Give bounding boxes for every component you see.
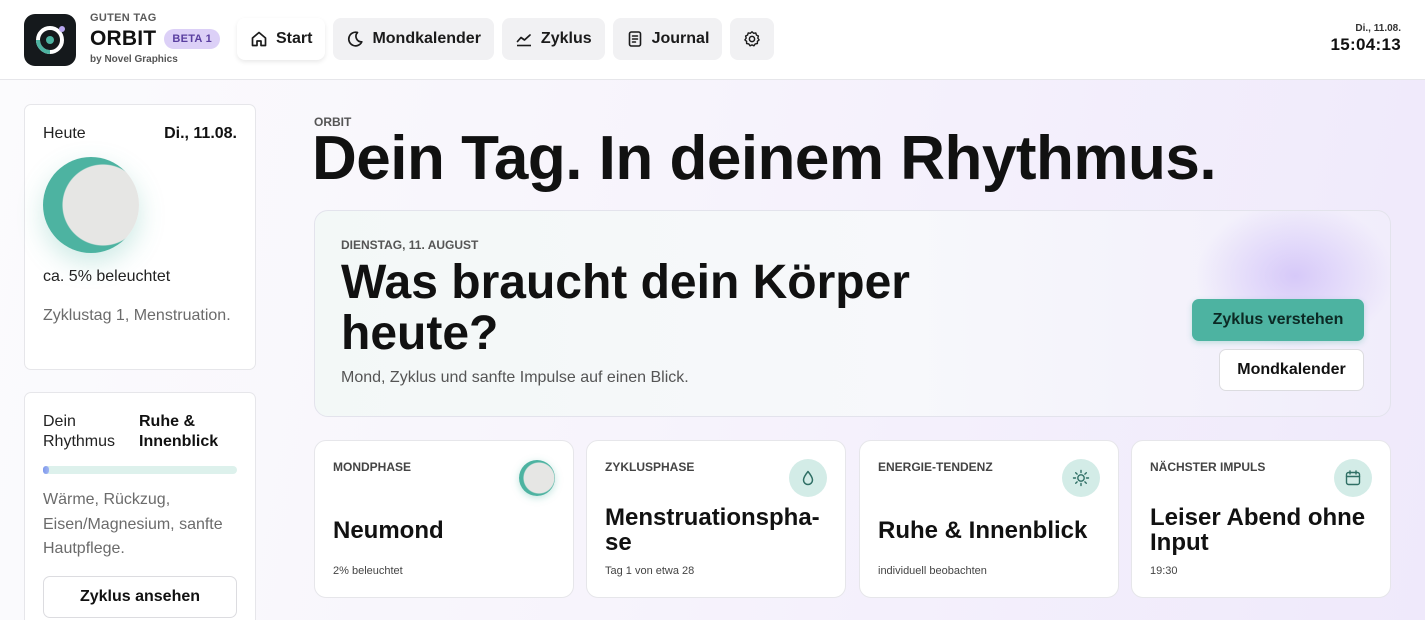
clock-time: 15:04:13 (1330, 35, 1401, 54)
app-header: GUTEN TAG ORBIT BETA 1 by Novel Graphics… (0, 0, 1425, 80)
moon-phase-icon (519, 460, 555, 496)
calendar-icon (1334, 459, 1372, 497)
nav-zyklus[interactable]: Zyklus (501, 18, 605, 60)
clock-date: Di., 11.08. (1355, 23, 1401, 34)
stat-value: Ruhe & Innenblick (878, 517, 1088, 544)
moon-phase-illustration (43, 157, 139, 253)
nav-journal[interactable]: Journal (612, 18, 723, 60)
app-logo[interactable] (24, 14, 76, 66)
illumination-text: ca. 5% beleuchtet (43, 268, 171, 285)
app-name: ORBIT (90, 27, 157, 50)
stat-card-zyklusphase[interactable]: ZYKLUSPHASE Menstruationspha-se Tag 1 vo… (586, 440, 846, 598)
stat-sub: 2% beleuchtet (333, 565, 403, 577)
mondkalender-button[interactable]: Mondkalender (1219, 349, 1364, 391)
cycle-day-note: Zyklustag 1, Menstruation. (43, 307, 231, 324)
main-nav: Start Mondkalender Zyklus Journal (237, 18, 782, 60)
stat-value: Menstruationspha-se (605, 504, 820, 556)
stat-label: ZYKLUSPHASE (605, 460, 695, 474)
nav-mondkalender-label: Mondkalender (372, 30, 481, 47)
stat-value: Leiser Abend ohne Input (1150, 504, 1366, 556)
notebook-icon (628, 31, 641, 47)
today-card: Heute Di., 11.08. ca. 5% beleuchtet Zykl… (24, 104, 256, 370)
stat-value: Neumond (333, 517, 444, 544)
nav-start-label: Start (276, 30, 313, 47)
byline: by Novel Graphics (90, 54, 178, 65)
nav-settings[interactable] (730, 18, 775, 60)
hero-question: Was braucht dein Körper heute? (341, 256, 910, 360)
beta-badge: BETA 1 (164, 29, 221, 49)
brand-block: GUTEN TAG ORBIT BETA 1 by Novel Graphics (90, 12, 221, 65)
home-icon (251, 31, 267, 47)
hero-subtitle: Mond, Zyklus und sanfte Impulse auf eine… (341, 369, 689, 386)
rhythm-value: Ruhe & Innenblick (139, 413, 219, 450)
rhythm-recommendation: Wärme, Rückzug, Eisen/Magnesium, sanfte … (43, 491, 223, 557)
rhythm-progress-fill (43, 466, 49, 474)
rhythm-label: Dein Rhythmus (43, 413, 116, 450)
nav-zyklus-label: Zyklus (540, 30, 592, 47)
greeting-label: GUTEN TAG (90, 12, 157, 24)
hero-date: DIENSTAG, 11. AUGUST (341, 238, 479, 252)
drop-icon (789, 459, 827, 497)
stat-label: NÄCHSTER IMPULS (1150, 460, 1266, 474)
header-clock: Di., 11.08. 15:04:13 (1331, 23, 1401, 55)
chart-line-icon (516, 34, 531, 47)
stat-sub: Tag 1 von etwa 28 (605, 565, 695, 577)
zyklus-verstehen-button[interactable]: Zyklus verstehen (1192, 299, 1364, 341)
orbit-logo-icon (36, 26, 65, 54)
today-label: Heute (43, 125, 86, 142)
stat-label: ENERGIE-TENDENZ (878, 460, 993, 474)
stat-label: MONDPHASE (333, 460, 412, 474)
stat-card-energie[interactable]: ENERGIE-TENDENZ Ruhe & Innenblick indivi… (859, 440, 1119, 598)
page-title: Dein Tag. In deinem Rhythmus. (312, 124, 1217, 193)
stat-card-naechster-impuls[interactable]: NÄCHSTER IMPULS Leiser Abend ohne Input … (1131, 440, 1391, 598)
sun-icon (1062, 459, 1100, 497)
settings-icon (744, 31, 761, 47)
today-date: Di., 11.08. (164, 125, 237, 142)
zyklus-ansehen-button[interactable]: Zyklus ansehen (43, 576, 237, 618)
nav-mondkalender[interactable]: Mondkalender (333, 18, 494, 60)
nav-journal-label: Journal (651, 30, 710, 47)
hero-card: DIENSTAG, 11. AUGUST Was braucht dein Kö… (314, 210, 1391, 417)
rhythm-progress-bar (43, 466, 237, 474)
stat-card-mondphase[interactable]: MONDPHASE Neumond 2% beleuchtet (314, 440, 574, 598)
nav-start[interactable]: Start (237, 18, 326, 60)
moon-icon (348, 31, 364, 47)
stat-sub: 19:30 (1150, 565, 1178, 577)
stat-sub: individuell beobachten (878, 565, 987, 577)
rhythm-card: Dein Rhythmus Ruhe & Innenblick Wärme, R… (24, 392, 256, 620)
